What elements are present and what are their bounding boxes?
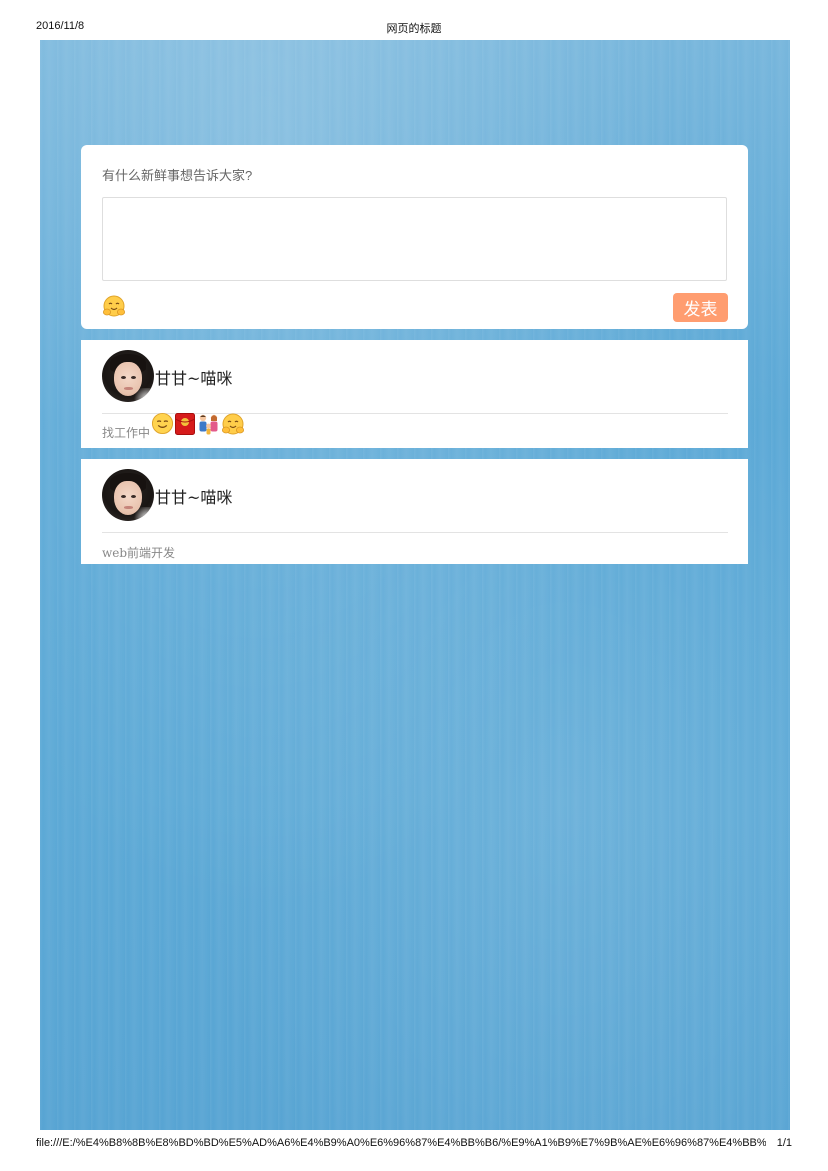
post-text: web前端开发 <box>102 546 176 560</box>
page-background: 有什么新鲜事想告诉大家? 发表 甘甘~喵咪 找工作中 甘甘~喵咪 web前端开发 <box>40 40 790 1130</box>
post-text: 找工作中 <box>102 426 151 440</box>
print-header: 2016/11/8 网页的标题 <box>0 0 828 40</box>
post-card: 甘甘~喵咪 web前端开发 <box>81 459 748 564</box>
avatar[interactable] <box>102 469 154 521</box>
red-envelope-icon <box>175 413 195 439</box>
post-username[interactable]: 甘甘~喵咪 <box>155 365 232 389</box>
smiling-face-icon <box>151 412 174 439</box>
publish-button[interactable]: 发表 <box>673 293 728 322</box>
post-composer: 有什么新鲜事想告诉大家? 发表 <box>81 145 748 329</box>
post-divider <box>102 532 728 533</box>
hugging-face-icon <box>221 412 245 440</box>
post-username[interactable]: 甘甘~喵咪 <box>155 484 232 508</box>
print-url: file:///E:/%E4%B8%8B%E8%BD%BD%E5%AD%A6%E… <box>36 1137 766 1149</box>
avatar[interactable] <box>102 350 154 402</box>
print-page-number: 1/1 <box>776 1137 792 1149</box>
post-text-input[interactable] <box>102 197 727 281</box>
print-footer: file:///E:/%E4%B8%8B%E8%BD%BD%E5%AD%A6%E… <box>0 1131 828 1171</box>
post-card: 甘甘~喵咪 找工作中 <box>81 340 748 448</box>
family-icon <box>197 412 221 440</box>
hugging-face-icon[interactable] <box>102 294 126 318</box>
post-divider <box>102 413 728 414</box>
composer-prompt: 有什么新鲜事想告诉大家? <box>102 168 253 183</box>
print-page-title: 网页的标题 <box>386 23 442 35</box>
